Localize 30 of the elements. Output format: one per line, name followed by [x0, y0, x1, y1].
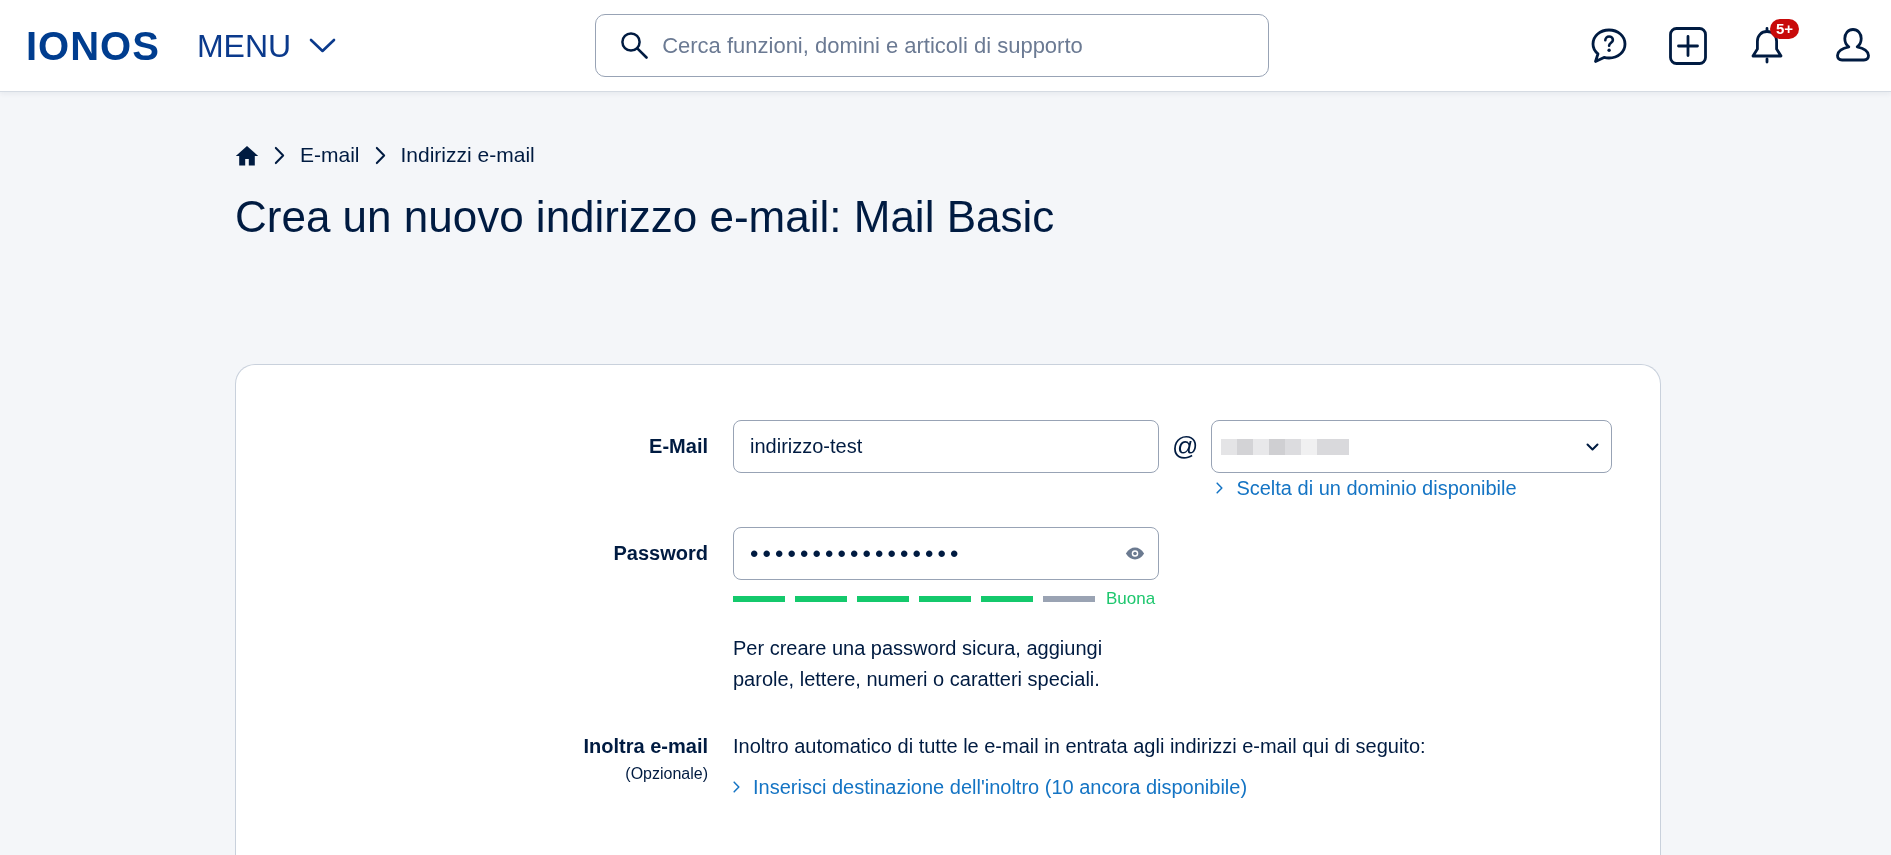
- forward-label: Inoltra e-mail: [583, 734, 708, 759]
- email-input[interactable]: indirizzo-test: [733, 420, 1159, 473]
- chevron-icon: [374, 145, 386, 165]
- forward-destination-link[interactable]: Inserisci destinazione dell'inoltro (10 ancora disponibile): [733, 773, 1248, 801]
- password-field[interactable]: •••••••••••••••••: [733, 527, 1159, 580]
- breadcrumb-current: Indirizzi e-mail: [400, 142, 535, 168]
- domain-select[interactable]: [1211, 420, 1613, 473]
- logo[interactable]: IONOS: [26, 25, 160, 66]
- at-sign: @: [1172, 430, 1199, 463]
- chevron-icon: [274, 145, 285, 165]
- chevron-icon: [1216, 482, 1224, 494]
- eye-icon[interactable]: [1125, 547, 1145, 560]
- strength-label: Buona: [1106, 589, 1156, 609]
- breadcrumb-link[interactable]: E-mail: [300, 141, 360, 169]
- password-label: Password: [613, 541, 708, 566]
- chevron-down-icon: [1586, 442, 1600, 451]
- email-label: E-Mail: [649, 434, 708, 459]
- caret-icon: [309, 38, 337, 53]
- search-field[interactable]: Cerca funzioni, domini e articoli di supporto: [595, 14, 1270, 77]
- menu-button[interactable]: MENU: [196, 29, 337, 62]
- home-icon[interactable]: [235, 144, 259, 166]
- search-icon: [620, 31, 649, 59]
- password-hint: Per creare una password sicura, aggiungi parole, lettere, numeri o caratteri speciali.: [733, 636, 1103, 692]
- forward-description: Inoltro automatico di tutte le e-mail in entrata agli indirizzi e-mail qui di seguito:: [733, 734, 1426, 759]
- plus-square-icon[interactable]: [1668, 25, 1708, 66]
- domain-choice-link[interactable]: Scelta di un dominio disponibile: [1216, 476, 1517, 500]
- chevron-icon: [733, 781, 740, 793]
- page-title: Crea un nuovo indirizzo e-mail: Mail Basic: [235, 191, 1055, 243]
- notification-badge: 5+: [1770, 18, 1800, 39]
- optional-note: (Opzionale): [625, 764, 708, 784]
